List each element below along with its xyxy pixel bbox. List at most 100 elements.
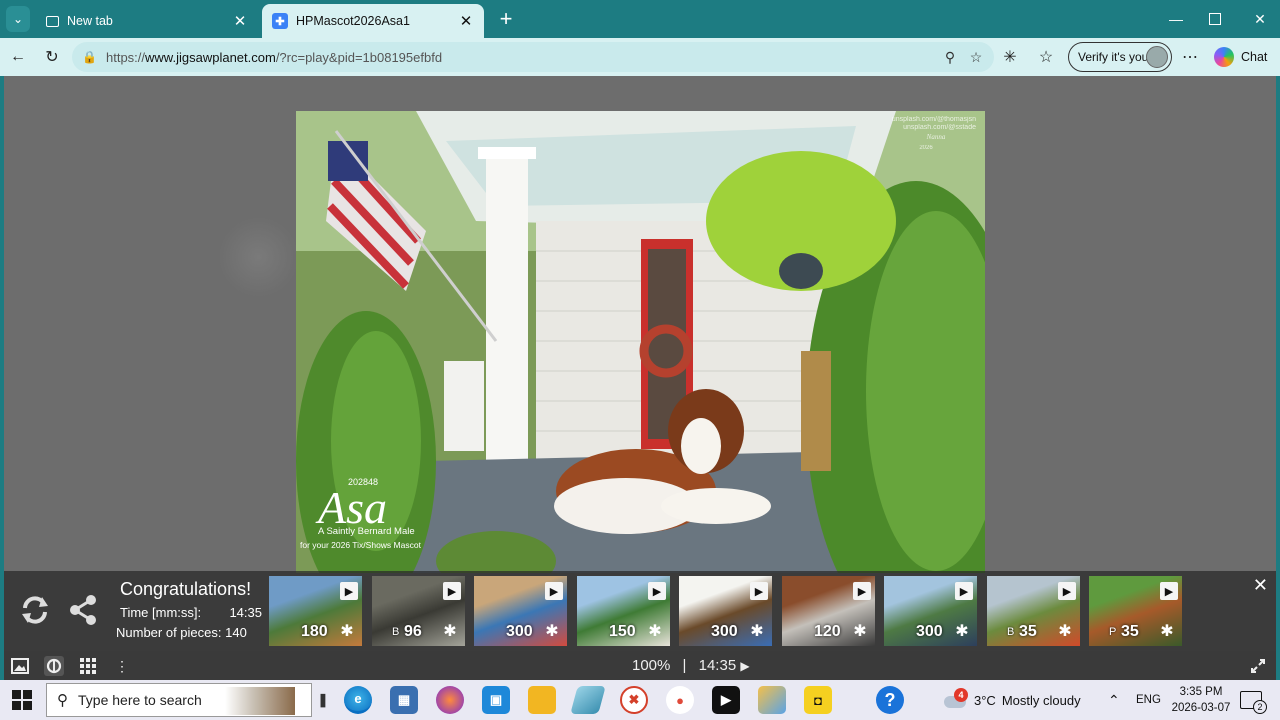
edge-browser-icon[interactable]: e bbox=[344, 686, 372, 714]
tab-actions-chevron-down-icon[interactable]: ⌄ bbox=[6, 6, 30, 32]
related-puzzle-thumbnail[interactable]: ▶ 180 ✱ bbox=[269, 576, 362, 646]
jigsaw-page: unsplash.com/@thomasjsn unsplash.com/@ss… bbox=[4, 76, 1276, 680]
thumbnail-badge-letter: P bbox=[1109, 626, 1117, 638]
show-image-icon[interactable] bbox=[10, 656, 30, 676]
tab-close-icon[interactable]: ✕ bbox=[232, 12, 248, 30]
related-puzzle-thumbnail[interactable]: ▶ B 35 ✱ bbox=[987, 576, 1080, 646]
play-triangle-icon[interactable]: ▶ bbox=[750, 582, 768, 600]
calculator-icon[interactable]: ▦ bbox=[390, 686, 418, 714]
screen: ⌄ New tab ✕ ✚ HPMascot2026Asa1 ✕ + — ✕ .… bbox=[0, 0, 1280, 720]
thumbnail-badge-letter: B bbox=[1007, 626, 1015, 638]
windows-start-icon[interactable] bbox=[12, 690, 32, 710]
play-triangle-icon[interactable]: ▶ bbox=[1160, 582, 1178, 600]
address-bar[interactable]: 🔒 https://www.jigsawplanet.com/?rc=play&… bbox=[72, 42, 994, 72]
language-indicator[interactable]: ENG bbox=[1136, 680, 1161, 720]
arrange-pieces-grid-icon[interactable] bbox=[78, 656, 98, 676]
congratulations-title: Congratulations! bbox=[120, 579, 252, 599]
windows-taskbar: ⚲ Type here to search ❚ e ▦ ▣ ✖ ● ▶ ◘ ? … bbox=[0, 680, 1280, 720]
copilot-chat-button[interactable]: Chat bbox=[1214, 47, 1267, 67]
system-clock[interactable]: 3:35 PM 2026-03-07 bbox=[1168, 684, 1234, 716]
minimize-icon[interactable]: — bbox=[1156, 6, 1196, 32]
verify-profile-button[interactable]: Verify it's you bbox=[1068, 42, 1172, 72]
mascot-subtitle-2: for your 2026 Tix/Shows Mascot bbox=[300, 540, 422, 550]
tab-label: New tab bbox=[67, 14, 113, 28]
piece-count: 180 bbox=[301, 623, 328, 640]
refresh-icon[interactable]: ↻ bbox=[40, 45, 64, 69]
zoom-search-icon[interactable]: ⚲ bbox=[940, 47, 960, 67]
related-puzzle-thumbnail[interactable]: ▶ 300 ✱ bbox=[679, 576, 772, 646]
clock-date: 2026-03-07 bbox=[1171, 702, 1231, 714]
related-puzzle-thumbnail[interactable]: ▶ 300 ✱ bbox=[474, 576, 567, 646]
related-puzzle-thumbnail[interactable]: ▶ 150 ✱ bbox=[577, 576, 670, 646]
completed-puzzle-image[interactable]: unsplash.com/@thomasjsn unsplash.com/@ss… bbox=[296, 111, 985, 573]
cloudy-weather-icon: 4 bbox=[942, 688, 968, 710]
sticky-notes-icon[interactable]: ◘ bbox=[804, 686, 832, 714]
pieces-label: Number of pieces: bbox=[116, 625, 222, 640]
microsoft-store-icon[interactable]: ▣ bbox=[482, 686, 510, 714]
more-menu-ellipsis-icon[interactable]: ⋯ bbox=[1178, 45, 1202, 69]
share-icon[interactable] bbox=[66, 593, 100, 627]
notifications-button[interactable]: 2 bbox=[1240, 680, 1267, 720]
puzzle-piece-icon: ✱ bbox=[955, 623, 969, 640]
piece-count: 35 bbox=[1121, 623, 1139, 640]
pencil-app-icon[interactable] bbox=[570, 686, 606, 714]
firefox-icon[interactable] bbox=[436, 686, 464, 714]
extensions-puzzle-icon[interactable]: ✳ bbox=[998, 45, 1022, 69]
separator: | bbox=[682, 657, 687, 674]
play-triangle-icon[interactable]: ▶ bbox=[740, 659, 749, 673]
related-puzzle-thumbnail[interactable]: ▶ B 96 ✱ bbox=[372, 576, 465, 646]
play-triangle-icon[interactable]: ▶ bbox=[1058, 582, 1076, 600]
media-player-icon[interactable]: ▶ bbox=[712, 686, 740, 714]
play-triangle-icon[interactable]: ▶ bbox=[545, 582, 563, 600]
play-triangle-icon[interactable]: ▶ bbox=[955, 582, 973, 600]
notification-icon: 2 bbox=[1240, 691, 1267, 714]
play-triangle-icon[interactable]: ▶ bbox=[443, 582, 461, 600]
weather-badge: 4 bbox=[954, 688, 968, 702]
get-help-question-icon[interactable]: ? bbox=[876, 686, 904, 714]
weather-widget[interactable]: 4 3°C Mostly cloudy bbox=[942, 680, 1081, 720]
favorites-star-icon[interactable]: ☆ bbox=[1034, 45, 1058, 69]
tab-new-tab[interactable]: New tab ✕ bbox=[36, 4, 258, 38]
search-highlight-illustration bbox=[225, 687, 295, 715]
file-explorer-folder-icon[interactable] bbox=[528, 686, 556, 714]
fullscreen-icon[interactable] bbox=[1248, 656, 1268, 676]
play-triangle-icon[interactable]: ▶ bbox=[853, 582, 871, 600]
thumbnail-badge-letter: B bbox=[392, 626, 400, 638]
back-arrow-icon[interactable]: ← bbox=[6, 45, 30, 69]
restore-icon[interactable] bbox=[1196, 6, 1234, 32]
notification-count: 2 bbox=[1253, 700, 1267, 714]
related-puzzle-thumbnail[interactable]: ▶ 120 ✱ bbox=[782, 576, 875, 646]
show-hidden-icons-chevron-icon[interactable]: ⌃ bbox=[1108, 680, 1120, 720]
maps-pin-icon[interactable]: ● bbox=[666, 686, 694, 714]
time-row: Time [mm:ss]: 14:35 bbox=[116, 605, 262, 620]
play-triangle-icon[interactable]: ▶ bbox=[340, 582, 358, 600]
tab-hpmascot[interactable]: ✚ HPMascot2026Asa1 ✕ bbox=[262, 4, 484, 38]
new-tab-plus-icon[interactable]: + bbox=[494, 6, 518, 32]
browser-titlebar: ⌄ New tab ✕ ✚ HPMascot2026Asa1 ✕ + — ✕ bbox=[0, 0, 1280, 38]
piece-count: 300 bbox=[916, 623, 943, 640]
snipping-tool-icon[interactable]: ✖ bbox=[620, 686, 648, 714]
task-view-icon[interactable]: ❚ bbox=[318, 686, 329, 714]
tab-close-icon[interactable]: ✕ bbox=[458, 12, 474, 30]
ghost-image-icon[interactable] bbox=[44, 656, 64, 676]
paint-palette-icon[interactable] bbox=[758, 686, 786, 714]
puzzle-piece-icon: ✱ bbox=[545, 623, 559, 640]
play-triangle-icon[interactable]: ▶ bbox=[648, 582, 666, 600]
photo-credit-2: unsplash.com/@sstade bbox=[903, 124, 976, 131]
related-puzzle-thumbnail[interactable]: ▶ 300 ✱ bbox=[884, 576, 977, 646]
verify-label: Verify it's you bbox=[1078, 50, 1149, 64]
congratulations-panel: Congratulations! Time [mm:ss]: 14:35 Num… bbox=[4, 571, 1276, 651]
related-puzzle-thumbnail[interactable]: ▶ P 35 ✱ bbox=[1089, 576, 1182, 646]
piece-count: 150 bbox=[609, 623, 636, 640]
search-placeholder: Type here to search bbox=[78, 692, 202, 708]
taskbar-search-box[interactable]: ⚲ Type here to search bbox=[46, 683, 312, 717]
piece-count: 120 bbox=[814, 623, 841, 640]
restart-puzzle-icon[interactable] bbox=[18, 593, 52, 627]
close-window-icon[interactable]: ✕ bbox=[1240, 6, 1280, 32]
more-options-kebab-icon[interactable]: ⋮ bbox=[112, 656, 132, 676]
favorite-star-icon[interactable]: ☆ bbox=[966, 47, 986, 67]
close-panel-icon[interactable]: ✕ bbox=[1253, 575, 1268, 596]
zoom-level: 100% bbox=[632, 657, 671, 674]
piece-count: 300 bbox=[506, 623, 533, 640]
site-info-lock-icon[interactable]: 🔒 bbox=[82, 50, 100, 64]
